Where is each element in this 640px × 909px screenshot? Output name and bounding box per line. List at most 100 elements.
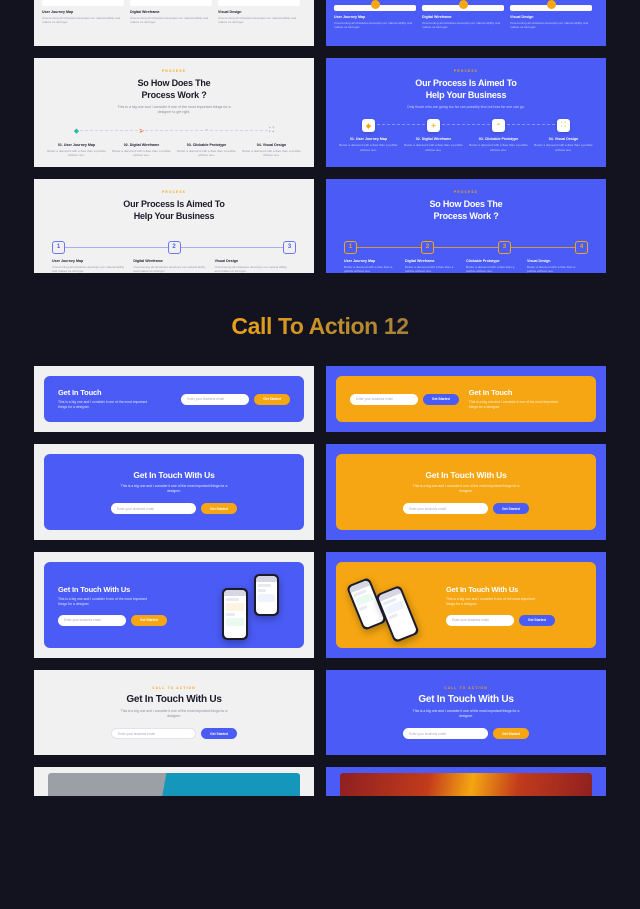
partial-column: User Journey Map Overcoming all obstacle… [334,0,422,30]
email-input[interactable]: Enter your business email [403,503,489,515]
phone-screen [377,587,418,641]
step-desc: Better a diamond with a flaw than a pebb… [177,148,236,158]
eyebrow-label: PROCESS [454,69,478,73]
process-subtitle: Only those who are going too far can pos… [406,105,526,109]
slide-process-partial-light[interactable]: User Journey Map Overcoming all obstacle… [34,0,314,46]
get-started-button[interactable]: Get Started [201,728,237,740]
cta-heading: Get In Touch With Us [126,694,222,706]
get-started-button[interactable]: Get Started [493,728,529,740]
get-started-button[interactable]: Get Started [131,614,167,626]
email-input[interactable]: Enter your business email [111,728,197,740]
slide-cta-left-blue-card[interactable]: Get In Touch This is a big one and I con… [34,366,314,433]
process-content: PROCESS So How Does The Process Work ? [326,179,606,231]
slide-process-partial-blue[interactable]: User Journey Map Overcoming all obstacle… [326,0,606,46]
step-desc: Better a diamond with a flaw than a pebb… [47,148,106,158]
step-title: Digital Wireframe [133,258,163,263]
eyebrow-label: PROCESS [162,189,186,194]
partial-column-desc: Overcoming all obstacles develops our na… [422,21,501,30]
get-started-button[interactable]: Get Started [519,614,555,626]
cta-body: This is a big one and I consider it one … [412,484,520,494]
slide-cta-centered-orange-card[interactable]: Get In Touch With Us This is a big one a… [326,444,606,541]
cta-wrap: Get In Touch This is a big one and I con… [34,366,314,432]
slide-process-icons-blue[interactable]: PROCESS Our Process Is Aimed To Help You… [326,58,606,167]
cta-form: Enter your business email Get Started [403,728,529,740]
cta-card: Get In Touch With Us This is a big one a… [336,562,596,649]
cta-row-4: CALL TO ACTION Get In Touch With Us This… [0,670,640,756]
numbered-step: Clickable Prototype Better a diamond wit… [466,259,527,274]
phone-mockup [222,588,248,641]
step-title: 01. User Journey Map [349,137,388,142]
step-title: User Journey Map [344,258,376,263]
star-icon [458,0,468,9]
image-placeholder [218,0,300,6]
slide-process-icons-light[interactable]: PROCESS So How Does The Process Work ? T… [34,58,314,167]
get-started-button[interactable]: Get Started [493,503,529,515]
slide-cta-plain-light[interactable]: CALL TO ACTION Get In Touch With Us This… [34,670,314,756]
email-input[interactable]: Enter your business email [403,728,489,740]
cta-inner: Get In Touch This is a big one and I con… [44,376,304,422]
step-title: User Journey Map [52,258,84,263]
heading-line-2: Help Your Business [425,90,507,100]
heading-line-1: So How Does The [137,78,211,88]
partial-column: Digital Wireframe Overcoming all obstacl… [130,0,218,25]
cta-form: Enter your business email Get Started [181,393,290,405]
cta-card: Get In Touch This is a big one and I con… [44,376,304,423]
slide-partial-bottom-blue[interactable] [326,767,606,797]
slide-cta-plain-blue[interactable]: CALL TO ACTION Get In Touch With Us This… [326,670,606,756]
slide-cta-centered-blue-card[interactable]: Get In Touch With Us This is a big one a… [34,444,314,541]
step-number-badge: 3 [283,240,296,254]
slide-partial-bottom-light[interactable] [34,767,314,797]
slide-cta-phones-blue-card[interactable]: Get In Touch With Us This is a big one a… [34,552,314,659]
email-input[interactable]: Enter your business email [446,614,514,626]
connector-dashed-line [372,124,560,126]
phone-mockups [204,574,290,641]
connector-line [65,246,168,248]
slide-process-numbered-light[interactable]: PROCESS Our Process Is Aimed To Help You… [34,178,314,274]
gem-icon: ◆ [362,119,375,133]
get-started-button[interactable]: Get Started [201,503,237,515]
process-steps: ◆ 01. User Journey Map Better a diamond … [336,119,596,152]
screen-row [388,613,398,620]
cta-heading: Get In Touch With Us [133,470,215,481]
step-desc: Better a diamond with a flaw than a pebb… [242,148,301,158]
cta-wrap: Get In Touch With Us This is a big one a… [326,444,606,540]
partial-row-top: User Journey Map Overcoming all obstacle… [0,0,640,46]
step-title: 04. Visual Design [548,137,579,142]
partial-columns-left: User Journey Map Overcoming all obstacle… [34,0,314,25]
cta-center: Get In Touch With Us This is a big one a… [44,454,304,530]
slide-process-numbered-blue[interactable]: PROCESS So How Does The Process Work ? 1… [326,178,606,274]
connector-line [357,246,421,248]
cta-wrap: Get In Touch With Us This is a big one a… [34,444,314,540]
get-started-button[interactable]: Get Started [254,393,290,405]
email-input[interactable]: Enter your business email [58,614,126,626]
step-number-badge: 3 [498,240,511,254]
slide-cta-phones-orange-card[interactable]: Get In Touch With Us This is a big one a… [326,552,606,659]
cta-text: Get In Touch This is a big one and I con… [469,388,582,410]
partial-bottom-inner [326,767,606,797]
step-title: 03. Clickable Prototype [478,137,519,142]
email-input[interactable]: Enter your business email [111,503,197,515]
phone-screen [224,590,246,639]
screen-card [226,618,244,627]
get-started-button[interactable]: Get Started [423,393,459,405]
preview-image [48,773,300,797]
expand-icon: ⛶ [557,119,570,133]
connector-line [511,246,575,248]
step-desc: Overcoming all obstacles develops our na… [52,264,125,274]
heading-line-2: Process Work ? [141,90,207,100]
image-placeholder [42,0,124,6]
slide-cta-right-orange-card[interactable]: Get In Touch This is a big one and I con… [326,366,606,433]
email-input[interactable]: Enter your business email [350,393,418,405]
partial-column: Visual Design Overcoming all obstacles d… [510,0,598,30]
connector-line [434,246,498,248]
partial-column-desc: Overcoming all obstacles develops our na… [130,16,209,25]
email-input[interactable]: Enter your business email [181,393,250,405]
partial-column: Visual Design Overcoming all obstacles d… [218,0,306,25]
phone-mockup [254,574,279,617]
step-title: Digital Wireframe [405,258,435,263]
numbered-step: Visual Design Overcoming all obstacles d… [215,259,296,274]
cta-heading: Get In Touch [468,388,513,398]
section-title: Call To Action 12 [0,285,640,366]
step-number-badge: 1 [52,240,65,254]
cta-heading: Get In Touch With Us [418,694,514,706]
